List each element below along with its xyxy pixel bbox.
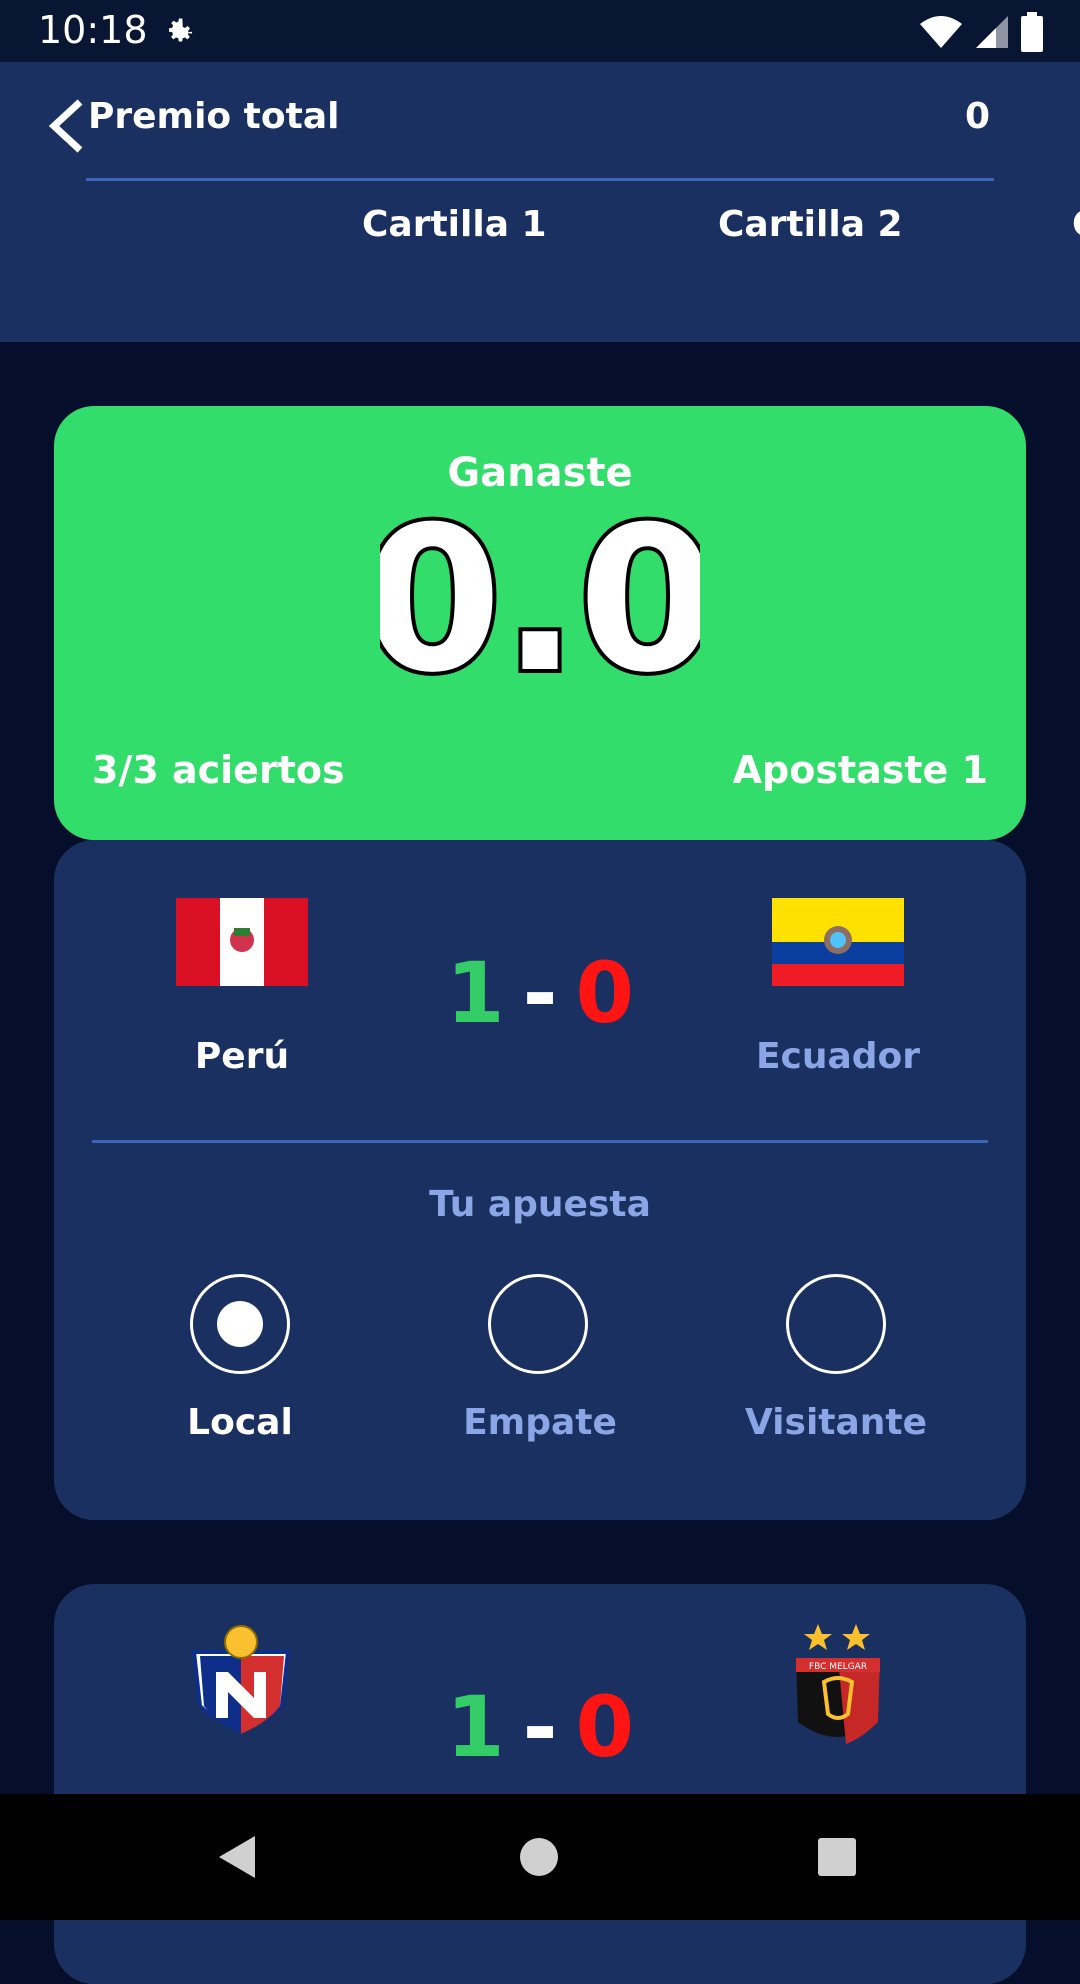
tab-cartilla-2[interactable]: Cartilla 2: [718, 204, 903, 245]
option-label-visitante: Visitante: [744, 1402, 928, 1443]
score-separator: -: [522, 944, 558, 1042]
nav-recents-button[interactable]: [804, 1824, 870, 1890]
radio-selected-dot: [217, 1301, 263, 1347]
nav-back-icon: [219, 1836, 255, 1878]
nav-home-button[interactable]: [506, 1824, 572, 1890]
away-score: 0: [575, 1678, 634, 1776]
away-team-name: Ecuador: [755, 1036, 921, 1077]
tab-cartilla-3[interactable]: C: [1072, 204, 1080, 245]
wifi-icon: [920, 16, 962, 48]
match-score: 1-0: [54, 1678, 1026, 1776]
gear-icon: [169, 18, 193, 42]
navigation-bar: [0, 1794, 1080, 1920]
match-score: 1-0: [54, 944, 1026, 1042]
radio-empate[interactable]: [488, 1274, 588, 1374]
tab-cartilla-1[interactable]: Cartilla 1: [362, 204, 547, 245]
battery-icon: [1021, 12, 1043, 52]
nav-back-button[interactable]: [204, 1824, 270, 1890]
winnings-amount-text: 0.0: [380, 504, 700, 694]
home-team-name: Perú: [194, 1036, 290, 1077]
status-bar: 10:18: [0, 0, 1080, 62]
away-score: 0: [575, 944, 634, 1042]
nav-recents-icon: [818, 1838, 856, 1876]
match-card: FBC MELGAR 1-0: [54, 1584, 1026, 1984]
melgar-badge-text: FBC MELGAR: [809, 1662, 867, 1672]
match-card: 1-0 Perú Ecuador Tu apuesta Local Empate…: [54, 840, 1026, 1520]
option-label-empate: Empate: [463, 1402, 617, 1443]
radio-local[interactable]: [190, 1274, 290, 1374]
status-icons: [918, 12, 1044, 52]
status-time: 10:18: [38, 8, 148, 52]
aciertos-text: 3/3 aciertos: [92, 748, 345, 792]
card-divider: [92, 1140, 988, 1143]
score-separator: -: [522, 1678, 558, 1776]
winnings-amount: 0.0: [54, 504, 1026, 694]
signal-icon: [976, 16, 1008, 48]
bet-label: Tu apuesta: [429, 1184, 651, 1225]
winnings-card: Ganaste 0.0 3/3 aciertos Apostaste 1: [54, 406, 1026, 840]
home-score: 1: [446, 944, 505, 1042]
option-label-local: Local: [187, 1402, 293, 1443]
nav-home-icon: [520, 1838, 558, 1876]
home-score: 1: [446, 1678, 505, 1776]
total-prize-value: 0: [964, 96, 990, 137]
back-arrow-icon[interactable]: [46, 98, 86, 154]
radio-visitante[interactable]: [786, 1274, 886, 1374]
winnings-label: Ganaste: [447, 450, 633, 496]
page-title: Premio total: [88, 96, 340, 137]
header-divider: [86, 178, 994, 181]
apostaste-text: Apostaste 1: [732, 748, 988, 792]
